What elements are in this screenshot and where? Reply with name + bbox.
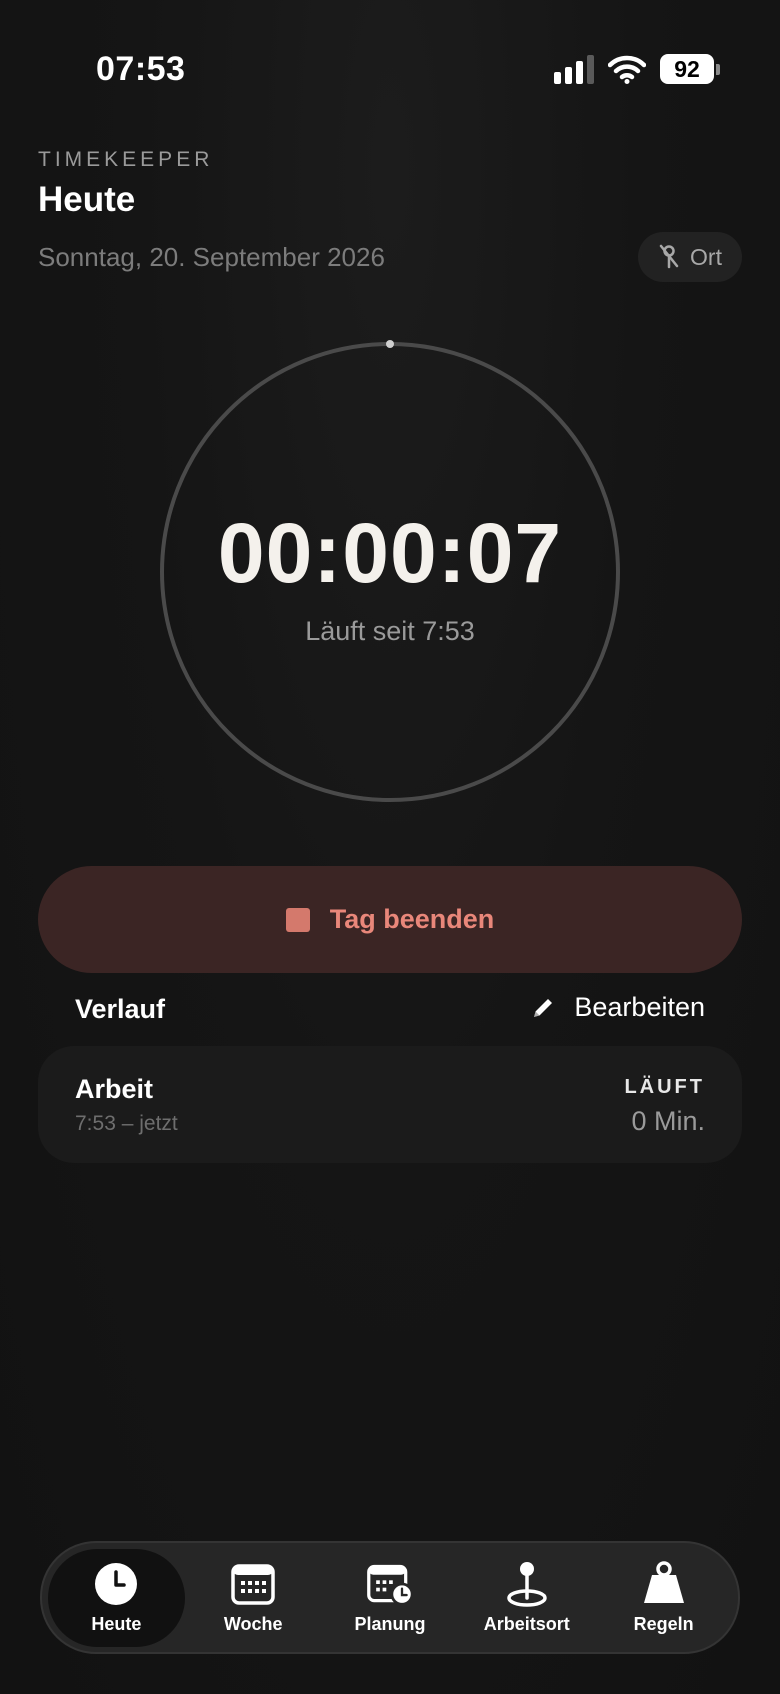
wifi-icon <box>608 55 646 84</box>
tab-label: Regeln <box>633 1614 694 1634</box>
tab-label: Heute <box>91 1614 142 1634</box>
location-chip[interactable]: Ort <box>638 232 742 282</box>
tab-woche[interactable]: Woche <box>185 1549 322 1647</box>
edit-button[interactable]: Bearbeiten <box>530 992 705 1023</box>
history-title: Verlauf <box>75 994 166 1024</box>
cellular-signal-icon <box>554 54 594 84</box>
location-chip-label: Ort <box>690 243 722 270</box>
calendar-clock-icon <box>366 1560 414 1608</box>
calendar-icon <box>229 1560 277 1608</box>
tab-label: Arbeitsort <box>483 1614 570 1634</box>
edit-label: Bearbeiten <box>574 992 705 1022</box>
entry-name: Arbeit <box>75 1074 154 1104</box>
battery-level: 92 <box>660 54 714 84</box>
tab-bar: Heute Woche Planung Arbeitsort Regeln <box>40 1541 740 1654</box>
app-label: TIMEKEEPER <box>38 148 214 171</box>
date-text: Sonntag, 20. September 2026 <box>38 242 385 272</box>
page-title: Heute <box>38 180 136 219</box>
timer-value: 00:00:07 <box>217 506 563 600</box>
entry-duration: 0 Min. <box>631 1106 705 1136</box>
entry-status-badge: LÄUFT <box>624 1076 705 1098</box>
pencil-icon <box>534 998 553 1017</box>
timer-ring: 00:00:07 Läuft seit 7:53 <box>158 340 622 804</box>
entry-time-range: 7:53 – jetzt <box>75 1112 178 1135</box>
clock-icon <box>92 1560 140 1608</box>
tab-planung[interactable]: Planung <box>322 1549 459 1647</box>
weight-icon <box>640 1560 688 1608</box>
location-off-icon <box>659 244 679 269</box>
status-indicators: 92 <box>554 54 720 84</box>
timer-subtitle: Läuft seit 7:53 <box>305 616 475 646</box>
battery-icon: 92 <box>660 54 720 84</box>
history-entry[interactable]: Arbeit 7:53 – jetzt LÄUFT 0 Min. <box>38 1046 742 1163</box>
end-day-label: Tag beenden <box>329 904 495 934</box>
status-time: 07:53 <box>96 50 186 88</box>
tab-heute[interactable]: Heute <box>48 1548 185 1647</box>
tab-label: Planung <box>354 1614 426 1634</box>
screen: 07:53 92 TIMEKEEPER Heute Sonntag, 20. S… <box>0 0 780 1694</box>
tab-arbeitsort[interactable]: Arbeitsort <box>458 1549 595 1647</box>
location-pin-icon <box>503 1560 551 1608</box>
tab-regeln[interactable]: Regeln <box>595 1549 732 1647</box>
tab-label: Woche <box>223 1614 283 1634</box>
end-day-button[interactable]: Tag beenden <box>38 866 742 973</box>
stop-icon <box>285 907 310 932</box>
